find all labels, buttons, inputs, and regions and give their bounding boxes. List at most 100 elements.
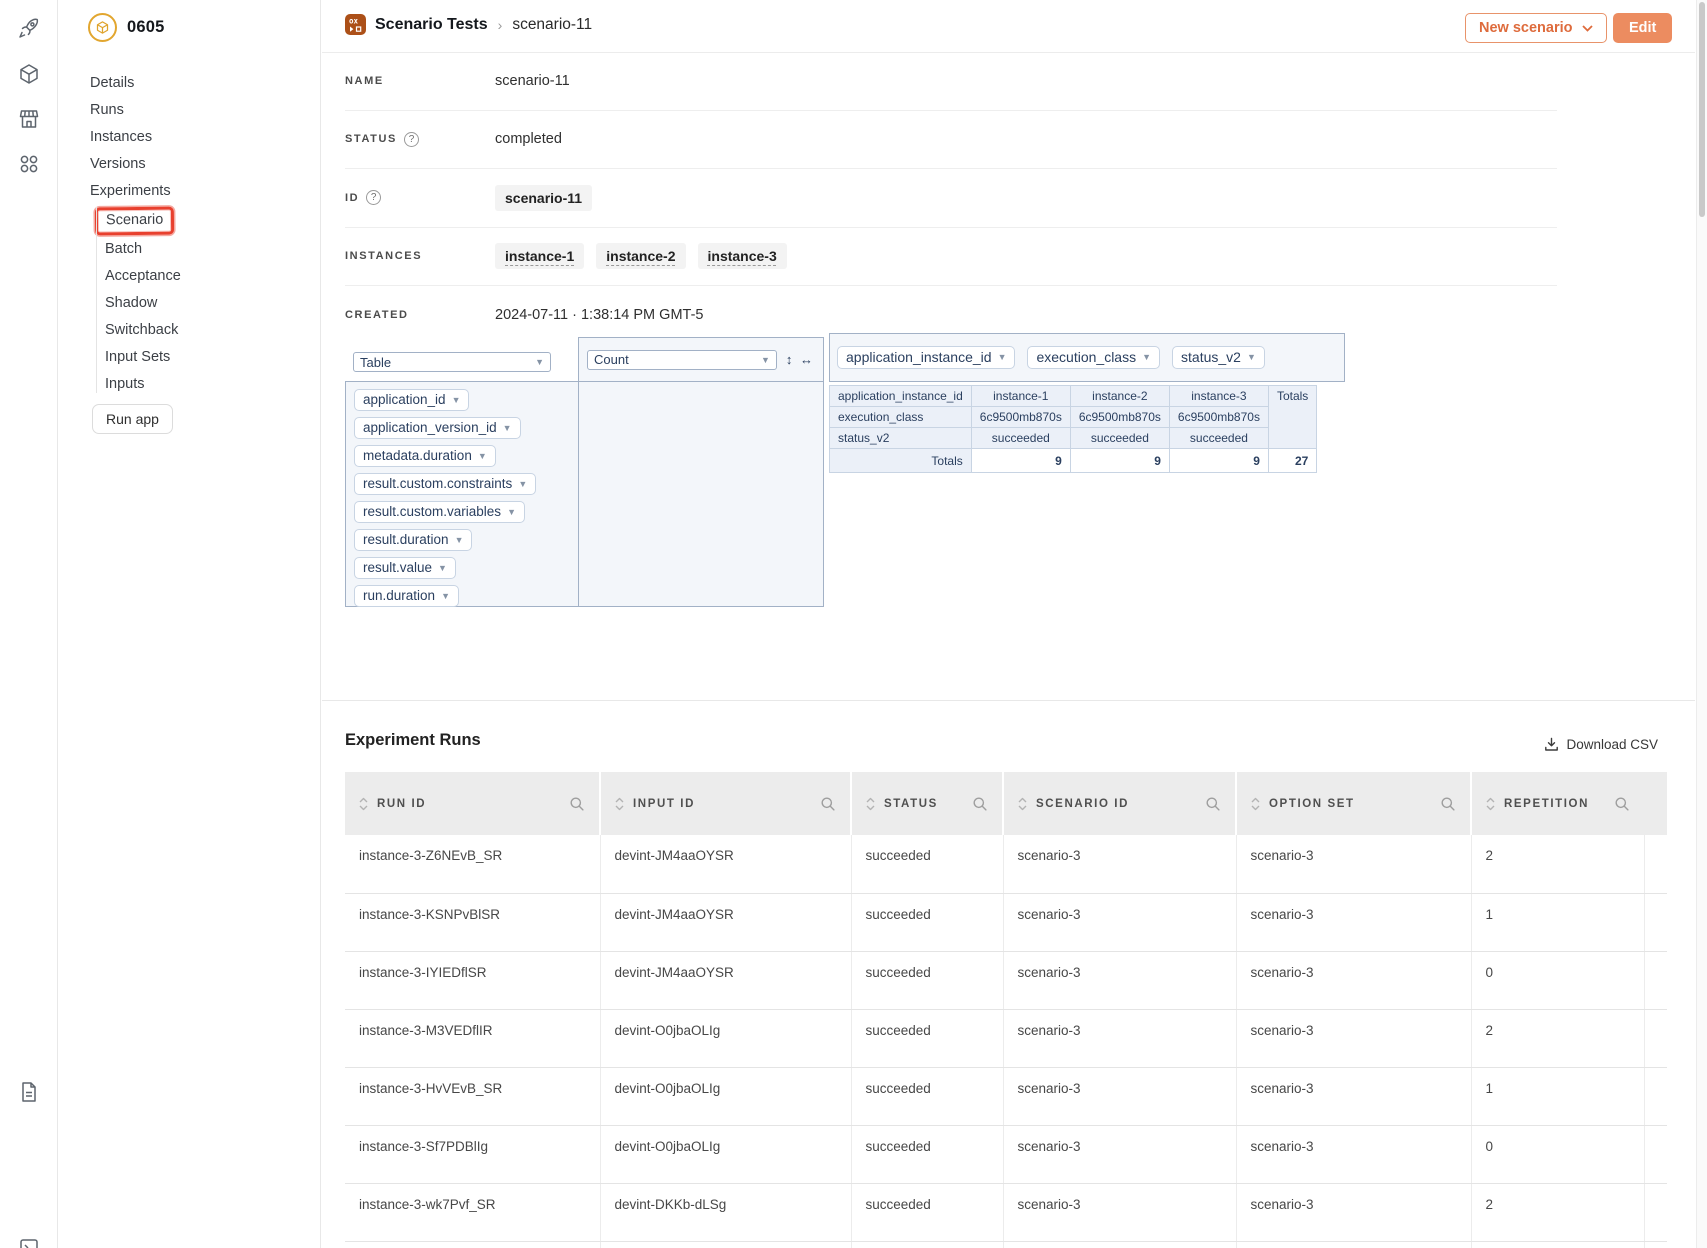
download-csv-link[interactable]: Download CSV <box>1422 737 1658 752</box>
runs-column-header[interactable]: REPETITION <box>1471 772 1644 835</box>
pivot-field-pill[interactable]: result.value▼ <box>354 557 456 579</box>
sidebar-item-acceptance[interactable]: Acceptance <box>90 263 300 290</box>
run-row[interactable]: instance-3-Z6NEvB_SR devint-JM4aaOYSR su… <box>345 835 1667 893</box>
run-id-cell: instance-3-IYIEDflSR <box>345 951 600 1009</box>
run-row[interactable]: instance-3-KSNPvBlSR devint-JM4aaOYSR su… <box>345 893 1667 951</box>
page-scrollbar[interactable] <box>1696 0 1707 1248</box>
sort-icon[interactable] <box>866 797 875 811</box>
run-row[interactable]: instance-3-wk7Pvf_SR devint-DKKb-dLSg su… <box>345 1183 1667 1241</box>
runs-column-header[interactable]: SCENARIO ID <box>1003 772 1236 835</box>
search-icon[interactable] <box>569 796 585 812</box>
pivot-col-header: instance-2 <box>1070 386 1169 407</box>
search-icon[interactable] <box>820 796 836 812</box>
instance-chip[interactable]: instance-1 <box>495 243 584 269</box>
search-icon[interactable] <box>1205 796 1221 812</box>
pill-dropdown-icon[interactable]: ▼ <box>478 451 487 461</box>
runs-column-header[interactable]: STATUS <box>851 772 1003 835</box>
sidebar-item-experiments[interactable]: Experiments <box>90 178 300 205</box>
breadcrumb-current: scenario-11 <box>512 16 592 34</box>
pill-dropdown-icon[interactable]: ▼ <box>452 395 461 405</box>
pivot-field-pill[interactable]: result.custom.constraints▼ <box>354 473 536 495</box>
pivot-field-pill[interactable]: result.custom.variables▼ <box>354 501 525 523</box>
download-icon <box>1544 737 1559 752</box>
run-row-partial[interactable] <box>345 1241 1667 1248</box>
sort-icon[interactable] <box>359 797 368 811</box>
pivot-field-pill[interactable]: status_v2▼ <box>1172 346 1265 369</box>
pill-dropdown-icon[interactable]: ▼ <box>455 535 464 545</box>
id-help-icon[interactable]: ? <box>366 190 381 205</box>
pivot-field-pill[interactable]: execution_class▼ <box>1027 346 1160 369</box>
pivot-field-pill[interactable]: run.duration▼ <box>354 585 459 607</box>
scenario-annotation-highlight[interactable]: Scenario <box>95 207 175 236</box>
sort-icon[interactable] <box>1251 797 1260 811</box>
sidebar-item-input-sets[interactable]: Input Sets <box>90 344 300 371</box>
renderer-select[interactable]: Table▼ <box>353 352 551 372</box>
run-app-button[interactable]: Run app <box>92 404 173 434</box>
sidebar-item-batch[interactable]: Batch <box>90 236 300 263</box>
sidebar-item-switchback[interactable]: Switchback <box>90 317 300 344</box>
edit-button[interactable]: Edit <box>1613 13 1672 43</box>
new-scenario-button[interactable]: New scenario <box>1465 13 1607 43</box>
breadcrumb-parent[interactable]: Scenario Tests <box>375 16 488 34</box>
sidebar-item-shadow[interactable]: Shadow <box>90 290 300 317</box>
pill-dropdown-icon[interactable]: ▼ <box>441 591 450 601</box>
sidebar-item-details[interactable]: Details <box>90 70 300 97</box>
run-row[interactable]: instance-3-Sf7PDBlIg devint-O0jbaOLIg su… <box>345 1125 1667 1183</box>
run-row[interactable]: instance-3-M3VEDflIR devint-O0jbaOLIg su… <box>345 1009 1667 1067</box>
search-icon[interactable] <box>1440 796 1456 812</box>
scrollbar-thumb[interactable] <box>1699 2 1705 217</box>
status-label: STATUS <box>345 133 397 145</box>
pivot-col-header: 6c9500mb870s <box>971 407 1070 428</box>
pill-dropdown-icon[interactable]: ▼ <box>438 563 447 573</box>
runs-column-header[interactable]: RUN ID <box>345 772 600 835</box>
sidebar-item-runs[interactable]: Runs <box>90 97 300 124</box>
pivot-field-pill[interactable]: application_instance_id▼ <box>837 346 1015 369</box>
app-window: 0605 Details Runs Instances Versions Exp… <box>0 0 1707 1248</box>
pivot-field-pill[interactable]: result.duration▼ <box>354 529 472 551</box>
storefront-icon[interactable] <box>17 107 41 131</box>
pivot-field-pill[interactable]: application_version_id▼ <box>354 417 521 439</box>
instance-chip[interactable]: instance-3 <box>698 243 787 269</box>
cube-icon[interactable] <box>17 62 41 86</box>
rocket-icon[interactable] <box>17 16 41 40</box>
circles-grid-icon[interactable] <box>17 152 41 176</box>
aggregator-select[interactable]: Count▼ <box>587 350 777 370</box>
option-set-cell: scenario-3 <box>1236 1183 1471 1241</box>
partial-console-icon[interactable] <box>17 1236 41 1248</box>
pill-dropdown-icon[interactable]: ▼ <box>503 423 512 433</box>
pill-dropdown-icon[interactable]: ▼ <box>1142 352 1151 362</box>
pivot-field-pill[interactable]: metadata.duration▼ <box>354 445 496 467</box>
instance-chip[interactable]: instance-2 <box>596 243 685 269</box>
status-help-icon[interactable]: ? <box>404 132 419 147</box>
sort-icon[interactable] <box>1486 797 1495 811</box>
pill-dropdown-icon[interactable]: ▼ <box>518 479 527 489</box>
scenario-test-icon: ox <box>345 14 366 35</box>
pill-dropdown-icon[interactable]: ▼ <box>507 507 516 517</box>
sort-icon[interactable] <box>615 797 624 811</box>
pill-dropdown-icon[interactable]: ▼ <box>998 352 1007 362</box>
sort-icon[interactable] <box>1018 797 1027 811</box>
runs-column-header[interactable]: INPUT ID <box>600 772 851 835</box>
select-arrow-icon: ▼ <box>761 355 770 365</box>
runs-column-header[interactable]: OPTION SET <box>1236 772 1471 835</box>
sidebar-item-scenario[interactable]: Scenario <box>90 205 300 236</box>
sidebar-item-instances[interactable]: Instances <box>90 124 300 151</box>
pivot-field-pill[interactable]: application_id▼ <box>354 389 469 411</box>
run-row[interactable]: instance-3-HvVEvB_SR devint-O0jbaOLIg su… <box>345 1067 1667 1125</box>
run-row[interactable]: instance-3-IYIEDflSR devint-JM4aaOYSR su… <box>345 951 1667 1009</box>
pill-dropdown-icon[interactable]: ▼ <box>1247 352 1256 362</box>
app-header[interactable]: 0605 <box>88 13 165 42</box>
sidebar-nav: Details Runs Instances Versions Experime… <box>90 70 300 398</box>
repetition-cell: 0 <box>1471 1125 1644 1183</box>
search-icon[interactable] <box>1614 796 1630 812</box>
sidebar-item-inputs[interactable]: Inputs <box>90 371 300 398</box>
column-fields-area[interactable]: application_instance_id▼ execution_class… <box>829 333 1345 382</box>
aggregator-order-arrows[interactable]: ↕ ↔ <box>786 352 815 367</box>
run-id-cell: instance-3-Sf7PDBlIg <box>345 1125 600 1183</box>
row-fields-area[interactable] <box>578 381 824 607</box>
created-value: 2024-07-11 · 1:38:14 PM GMT-5 <box>495 307 703 323</box>
search-icon[interactable] <box>972 796 988 812</box>
document-icon[interactable] <box>17 1080 41 1104</box>
sidebar-item-versions[interactable]: Versions <box>90 151 300 178</box>
unused-fields-area[interactable]: application_id▼ application_version_id▼ … <box>345 381 579 607</box>
